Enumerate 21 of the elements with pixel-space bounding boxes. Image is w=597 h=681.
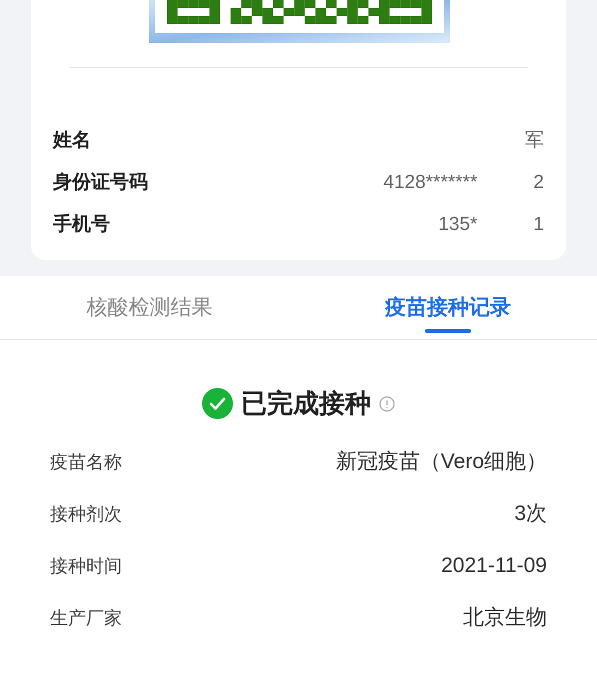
tab[interactable]: 疫苗接种记录 [298, 276, 597, 339]
record-label: 生产厂家 [50, 606, 122, 630]
tab[interactable]: 核酸检测结果 [0, 276, 298, 339]
record-value: 北京生物 [463, 605, 547, 632]
field-value: 2 [533, 170, 544, 195]
record-value: 新冠疫苗（Vero细胞） [336, 449, 547, 476]
field-value: 4128******* [383, 170, 478, 195]
record-label: 接种剂次 [50, 502, 122, 526]
status-title: 已完成接种 [241, 387, 371, 420]
field-label: 身份证号码 [53, 170, 148, 195]
field-value: 军 [525, 128, 544, 153]
record-label: 疫苗名称 [50, 450, 122, 474]
tab-indicator [424, 329, 471, 333]
record-label: 接种时间 [50, 554, 122, 578]
record-value: 3次 [514, 501, 547, 528]
info-icon[interactable] [379, 396, 395, 412]
field-label: 姓名 [53, 128, 91, 153]
record-value: 2021-11-09 [441, 553, 547, 580]
field-label: 手机号 [53, 212, 110, 237]
field-value: 135* [438, 212, 478, 237]
field-value: 1 [533, 212, 544, 237]
